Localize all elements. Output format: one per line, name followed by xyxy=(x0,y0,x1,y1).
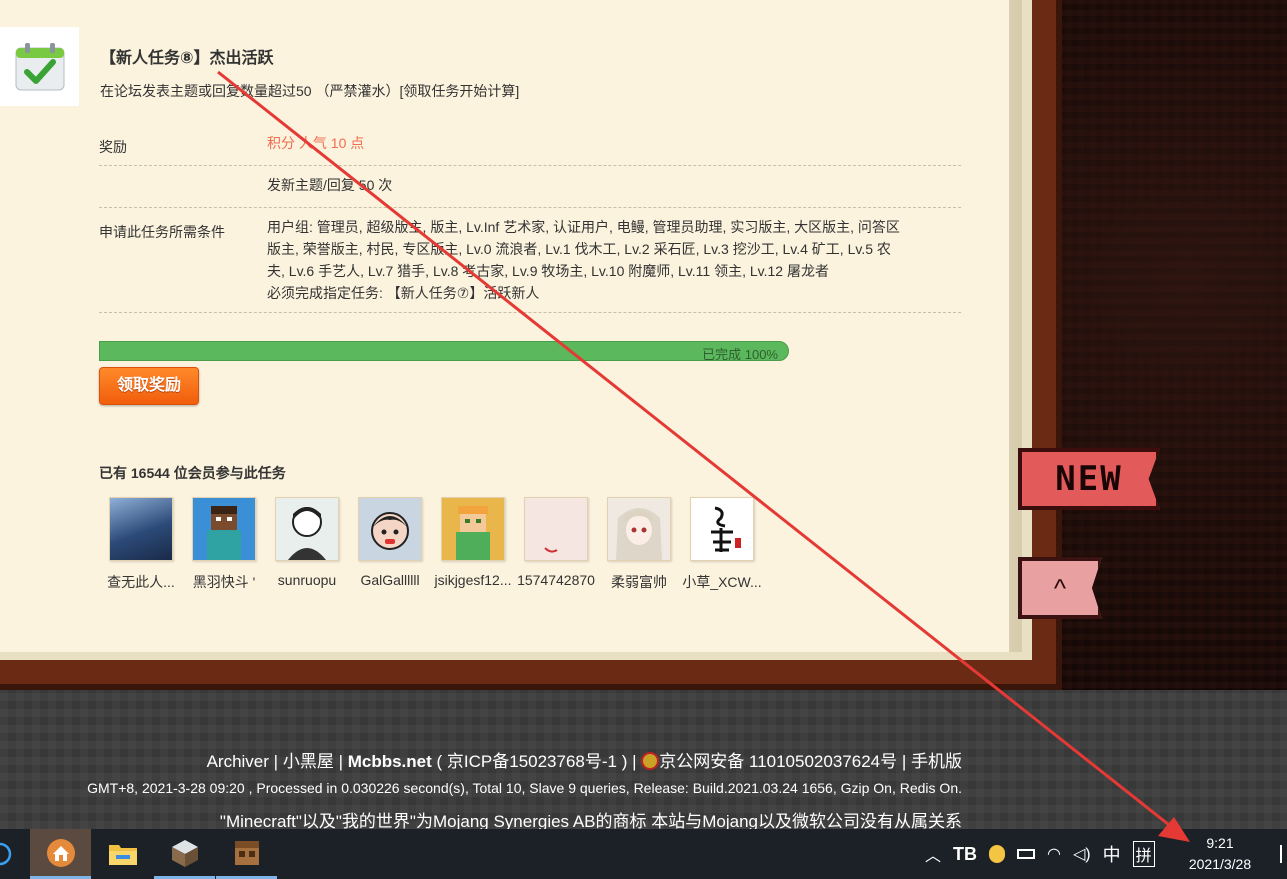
minecraft-grass-block-icon[interactable] xyxy=(154,829,215,879)
footer-separator: | xyxy=(338,752,343,771)
member-name[interactable]: 柔弱富帅 xyxy=(597,572,681,592)
police-badge-icon xyxy=(641,752,660,770)
icp-link[interactable]: ( 京ICP备15023768号-1 ) xyxy=(437,752,628,771)
member-name[interactable]: jsikjgesf12... xyxy=(431,572,515,588)
archiver-link[interactable]: Archiver xyxy=(207,752,269,771)
footer-links: Archiver | 小黑屋 | Mcbbs.net ( 京ICP备150237… xyxy=(207,747,962,772)
member-name[interactable]: 小草_XCW... xyxy=(680,572,764,592)
footer-stats: GMT+8, 2021-3-28 09:20 , Processed in 0.… xyxy=(87,780,962,796)
task-checkmark-icon xyxy=(0,27,79,106)
back-to-top-button[interactable]: ^ xyxy=(1018,557,1102,619)
participants-title: 已有 16544 位会员参与此任务 xyxy=(99,465,286,481)
member-name[interactable]: sunruopu xyxy=(265,572,349,588)
site-name-link[interactable]: Mcbbs.net xyxy=(348,752,432,771)
tb-app-tray-icon[interactable]: TB xyxy=(953,844,977,865)
ime-language-indicator[interactable]: 中 xyxy=(1103,841,1121,867)
conditions-line: 用户组: 管理员, 超级版主, 版主, Lv.Inf 艺术家, 认证用户, 电鳗… xyxy=(267,219,900,235)
requirement-value: 发新主题/回复 50 次 xyxy=(267,177,393,193)
police-record-link[interactable]: 京公网安备 11010502037624号 xyxy=(659,752,897,771)
requirement-row: 发新主题/回复 50 次 xyxy=(99,166,961,208)
task-title: 【新人任务⑧】杰出活跃 xyxy=(100,50,274,67)
xiaoheiwu-link[interactable]: 小黑屋 xyxy=(283,752,334,771)
task-progress-bar: 已完成 100% xyxy=(99,341,789,362)
avatar[interactable] xyxy=(358,497,422,561)
avatar[interactable] xyxy=(690,497,754,561)
show-desktop-button[interactable] xyxy=(1280,845,1287,863)
site-footer: Archiver | 小黑屋 | Mcbbs.net ( 京ICP备150237… xyxy=(0,690,1287,831)
battery-icon[interactable] xyxy=(1017,849,1036,859)
footer-separator: | xyxy=(632,752,637,771)
clock-time: 9:21 xyxy=(1206,835,1234,851)
avatar[interactable] xyxy=(441,497,505,561)
home-app-icon[interactable] xyxy=(30,829,91,879)
file-explorer-icon[interactable] xyxy=(92,829,153,879)
member-name[interactable]: 1574742870 xyxy=(514,572,598,588)
footer-separator: | xyxy=(901,752,907,771)
system-tray: ︿ TB ◠ ◁) 中 拼 xyxy=(925,829,1167,879)
qq-tray-icon[interactable] xyxy=(989,845,1006,863)
ime-mode-indicator[interactable]: 拼 xyxy=(1132,841,1155,867)
conditions-row: 申请此任务所需条件 用户组: 管理员, 超级版主, 版主, Lv.Inf 艺术家… xyxy=(99,208,961,313)
clock-date: 2021/3/28 xyxy=(1188,856,1252,872)
claim-reward-button[interactable]: 领取奖励 xyxy=(99,367,199,405)
avatar[interactable] xyxy=(607,497,671,561)
browser-icon[interactable] xyxy=(0,829,14,879)
wifi-icon[interactable]: ◠ xyxy=(1047,844,1061,864)
task-description: 在论坛发表主题或回复数量超过50 （严禁灌水）[领取任务开始计算] xyxy=(100,83,520,99)
footer-separator: | xyxy=(273,752,279,771)
conditions-label: 申请此任务所需条件 xyxy=(99,224,225,240)
book-frame: 【新人任务⑧】杰出活跃 在论坛发表主题或回复数量超过50 （严禁灌水）[领取任务… xyxy=(0,0,1062,690)
progress-text: 已完成 100% xyxy=(702,347,778,362)
conditions-line: 版主, 荣誉版主, 村民, 专区版主, Lv.0 流浪者, Lv.1 伐木工, … xyxy=(267,241,891,257)
member-name[interactable]: 查无此人... xyxy=(99,572,183,592)
task-page: 【新人任务⑧】杰出活跃 在论坛发表主题或回复数量超过50 （严禁灌水）[领取任务… xyxy=(0,0,1012,652)
conditions-line: 必须完成指定任务: 【新人任务⑦】活跃新人 xyxy=(267,285,540,301)
member-name[interactable]: GalGallllll xyxy=(348,572,432,588)
new-post-button[interactable]: NEW xyxy=(1018,448,1160,510)
avatar[interactable] xyxy=(192,497,256,561)
member-name[interactable]: 黑羽快斗 ' xyxy=(182,572,266,592)
reward-value: 积分 人气 10 点 xyxy=(267,135,365,151)
mobile-version-link[interactable]: 手机版 xyxy=(911,752,962,771)
volume-icon[interactable]: ◁) xyxy=(1073,844,1091,864)
reward-label: 奖励 xyxy=(99,139,127,155)
crafting-table-icon[interactable] xyxy=(216,829,277,879)
chevron-up-icon[interactable]: ︿ xyxy=(925,842,941,866)
avatar[interactable] xyxy=(275,497,339,561)
taskbar-clock[interactable]: 9:21 2021/3/28 xyxy=(1170,833,1270,875)
reward-row: 奖励 积分 人气 10 点 xyxy=(99,123,961,166)
windows-taskbar: ︿ TB ◠ ◁) 中 拼 9:21 2021/3/28 xyxy=(0,829,1287,879)
avatar[interactable] xyxy=(109,497,173,561)
conditions-line: 夫, Lv.6 手艺人, Lv.7 猎手, Lv.8 考古家, Lv.9 牧场主… xyxy=(267,263,829,279)
conditions-value: 用户组: 管理员, 超级版主, 版主, Lv.Inf 艺术家, 认证用户, 电鳗… xyxy=(267,216,967,304)
avatar[interactable] xyxy=(524,497,588,561)
